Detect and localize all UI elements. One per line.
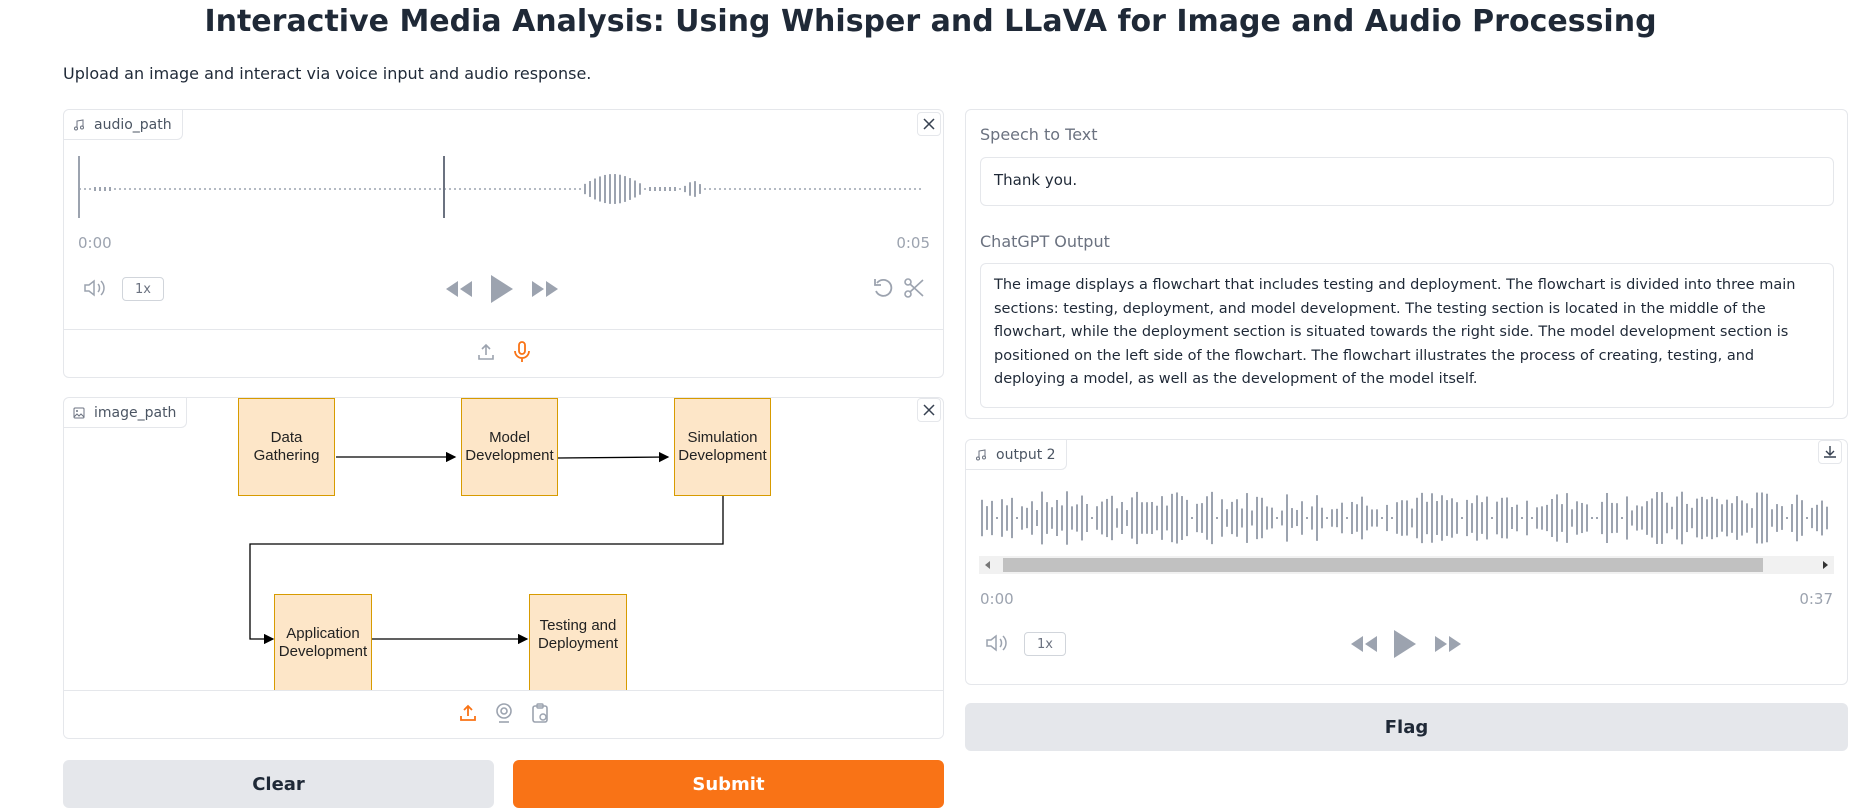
upload-icon[interactable] [459,704,477,726]
reset-icon[interactable] [871,276,895,300]
text-outputs-panel: Speech to Text Thank you. ChatGPT Output… [965,109,1848,419]
speech-to-text-field[interactable]: Thank you. [980,157,1834,206]
rewind-icon[interactable] [1349,632,1379,656]
audio-input-label: audio_path [64,110,183,140]
music-note-icon [974,448,988,462]
audio-output-waveform[interactable] [979,484,1835,552]
fast-forward-icon[interactable] [1433,632,1463,656]
audio-input-label-text: audio_path [94,116,172,133]
page-title: Interactive Media Analysis: Using Whispe… [204,4,1657,39]
fast-forward-icon[interactable] [530,277,560,301]
flowchart-box-simulation-development: Simulation Development [674,398,771,496]
audio-output-time-end: 0:37 [1799,590,1833,608]
flowchart-box-model-development: Model Development [461,398,558,496]
audio-output-label-text: output 2 [996,446,1056,463]
webcam-icon[interactable] [495,703,513,727]
flowchart-box-data-gathering: Data Gathering [238,398,335,496]
audio-output-label: output 2 [966,440,1067,470]
play-icon[interactable] [487,272,517,306]
clear-button[interactable]: Clear [63,760,494,808]
submit-button[interactable]: Submit [513,760,944,808]
audio-output-panel: output 2 0:00 0:37 1x [965,439,1848,685]
audio-input-waveform[interactable] [77,154,927,224]
microphone-icon[interactable] [513,341,531,367]
scroll-left-icon[interactable] [979,556,997,574]
flag-button[interactable]: Flag [965,703,1848,751]
image-input-panel: image_path Data Gathering Model Developmen… [63,397,944,739]
audio-output-time-start: 0:00 [980,590,1014,608]
audio-input-panel: audio_path 0:00 0:05 1x [63,109,944,378]
audio-input-time-end: 0:05 [896,234,930,252]
scroll-right-icon[interactable] [1816,556,1834,574]
flowchart-image: Data Gathering Model Development Simulatio… [64,398,943,691]
image-source-bar [64,690,943,738]
trim-scissors-icon[interactable] [902,276,926,300]
upload-icon[interactable] [477,343,495,365]
rewind-icon[interactable] [444,277,474,301]
volume-icon[interactable] [82,277,108,299]
download-icon[interactable] [1818,440,1842,464]
clipboard-paste-icon[interactable] [531,703,549,727]
volume-icon[interactable] [984,632,1010,654]
audio-input-time-start: 0:00 [78,234,112,252]
music-note-icon [72,118,86,132]
speech-to-text-label: Speech to Text [980,125,1098,144]
play-icon[interactable] [1390,627,1420,661]
waveform-scrollbar[interactable] [979,556,1834,574]
chatgpt-output-field[interactable]: The image displays a flowchart that incl… [980,263,1834,408]
chatgpt-output-label: ChatGPT Output [980,232,1110,251]
playback-rate-button[interactable]: 1x [1024,632,1066,656]
page-description: Upload an image and interact via voice i… [63,64,592,83]
flowchart-box-testing-deployment: Testing and Deployment [529,594,627,691]
playback-rate-button[interactable]: 1x [122,277,164,301]
close-icon[interactable] [917,112,941,136]
flowchart-box-application-development: Application Development [274,594,372,691]
audio-source-bar [64,329,943,378]
scrollbar-thumb[interactable] [1003,558,1763,572]
